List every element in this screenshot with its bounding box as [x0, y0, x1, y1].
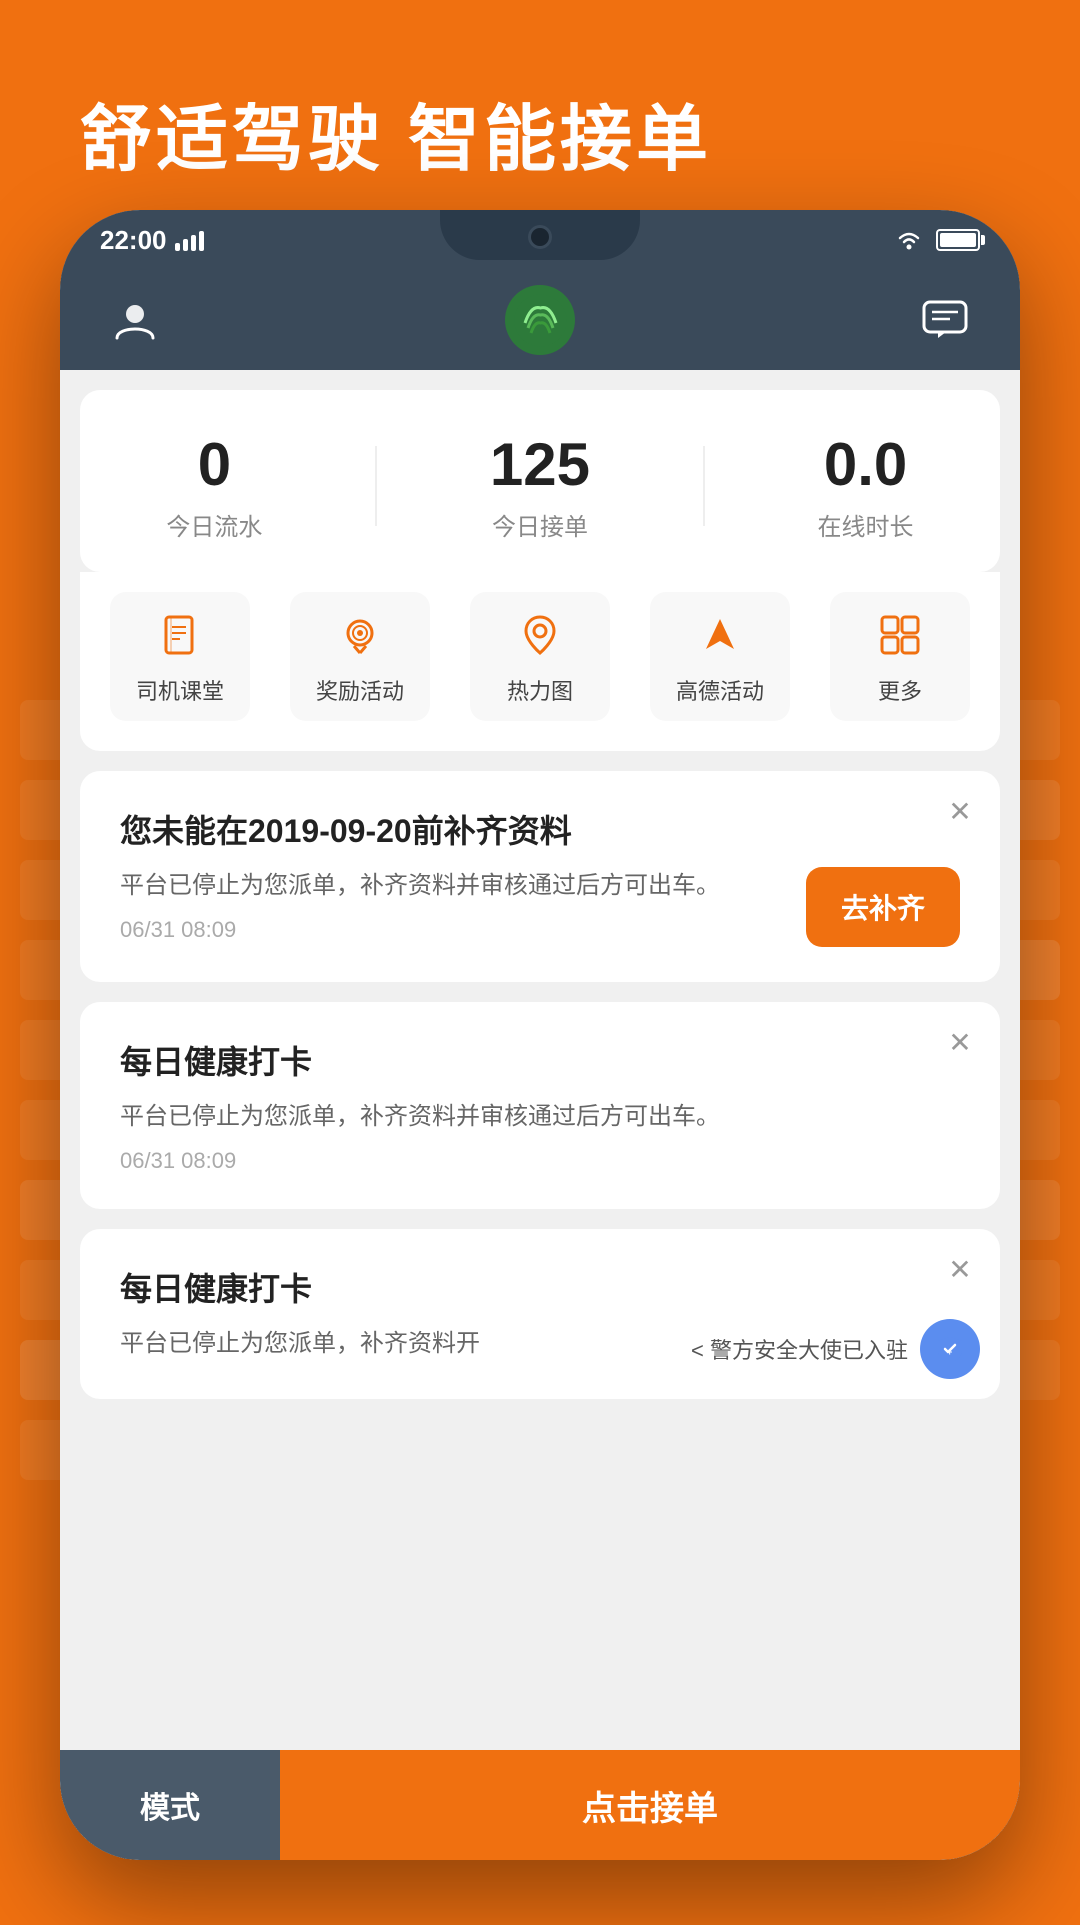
stat-daily-revenue: 0 今日流水: [166, 430, 262, 542]
award-icon: [333, 607, 388, 662]
menu-item-more[interactable]: 更多: [830, 592, 970, 721]
card-time-2: 06/31 08:09: [120, 1148, 960, 1174]
police-shield-icon: +: [920, 1319, 980, 1379]
menu-item-heatmap[interactable]: 热力图: [470, 592, 610, 721]
user-icon[interactable]: [110, 295, 160, 345]
stat-label-orders: 今日接单: [492, 507, 588, 542]
camera-dot: [531, 228, 549, 246]
navigation-icon: [693, 607, 748, 662]
status-time: 22:00: [100, 225, 167, 256]
wifi-icon: [894, 228, 924, 252]
quick-menu: 司机课堂 奖励活动: [80, 572, 1000, 751]
card-body-1: 平台已停止为您派单，补齐资料并审核通过后方可出车。 06/31 08:09 去补…: [120, 867, 960, 947]
card-time-1: 06/31 08:09: [120, 917, 720, 943]
card-title-2: 每日健康打卡: [120, 1037, 960, 1083]
location-icon: [513, 607, 568, 662]
card-close-3[interactable]: ✕: [940, 1249, 980, 1289]
card-close-1[interactable]: ✕: [940, 791, 980, 831]
hero-text: 舒适驾驶 智能接单: [80, 80, 712, 185]
notification-card-3: ✕ 每日健康打卡 平台已停止为您派单，补齐资料开 < 警方安全大使已入驻 +: [80, 1229, 1000, 1398]
card-action-btn-1[interactable]: 去补齐: [806, 867, 960, 947]
message-icon[interactable]: [920, 295, 970, 345]
app-logo: [505, 285, 575, 355]
app-content: 0 今日流水 125 今日接单 0.0 在线时长: [60, 370, 1020, 1860]
battery-icon: [936, 229, 980, 251]
menu-label-more: 更多: [878, 674, 922, 706]
stat-online-time: 0.0 在线时长: [818, 430, 914, 542]
menu-item-courses[interactable]: 司机课堂: [110, 592, 250, 721]
menu-label-heatmap: 热力图: [507, 674, 573, 706]
stat-value-revenue: 0: [198, 430, 231, 499]
phone-notch: [440, 210, 640, 260]
stat-divider-2: [703, 446, 705, 526]
card-text-2: 平台已停止为您派单，补齐资料并审核通过后方可出车。: [120, 1098, 960, 1136]
menu-item-amap[interactable]: 高德活动: [650, 592, 790, 721]
book-icon: [153, 607, 208, 662]
signal-icon: [175, 229, 204, 251]
menu-item-awards[interactable]: 奖励活动: [290, 592, 430, 721]
card-close-2[interactable]: ✕: [940, 1022, 980, 1062]
phone-frame: 22:00: [60, 210, 1020, 1860]
card-text-1: 平台已停止为您派单，补齐资料并审核通过后方可出车。: [120, 867, 720, 905]
grid-icon: [873, 607, 928, 662]
stat-label-revenue: 今日流水: [166, 507, 262, 542]
stat-divider-1: [375, 446, 377, 526]
card-title-3: 每日健康打卡: [120, 1264, 960, 1310]
stat-value-orders: 125: [490, 430, 590, 499]
menu-label-awards: 奖励活动: [316, 674, 404, 706]
police-banner: < 警方安全大使已入驻 +: [691, 1319, 980, 1379]
app-header: [60, 270, 1020, 370]
stats-section: 0 今日流水 125 今日接单 0.0 在线时长: [80, 390, 1000, 572]
accept-order-button[interactable]: 点击接单: [280, 1750, 1020, 1860]
phone-screen: 22:00: [60, 210, 1020, 1860]
mode-button[interactable]: 模式: [60, 1750, 280, 1860]
menu-label-amap: 高德活动: [676, 674, 764, 706]
stat-value-time: 0.0: [824, 430, 907, 499]
police-text: < 警方安全大使已入驻: [691, 1333, 908, 1365]
stat-daily-orders: 125 今日接单: [490, 430, 590, 542]
stat-label-time: 在线时长: [818, 507, 914, 542]
notification-card-2: ✕ 每日健康打卡 平台已停止为您派单，补齐资料并审核通过后方可出车。 06/31…: [80, 1002, 1000, 1209]
notification-card-1: ✕ 您未能在2019-09-20前补齐资料 平台已停止为您派单，补齐资料并审核通…: [80, 771, 1000, 982]
svg-text:+: +: [947, 1347, 952, 1357]
bottom-bar: 模式 点击接单: [60, 1750, 1020, 1860]
card-title-1: 您未能在2019-09-20前补齐资料: [120, 806, 960, 852]
menu-label-courses: 司机课堂: [136, 674, 224, 706]
